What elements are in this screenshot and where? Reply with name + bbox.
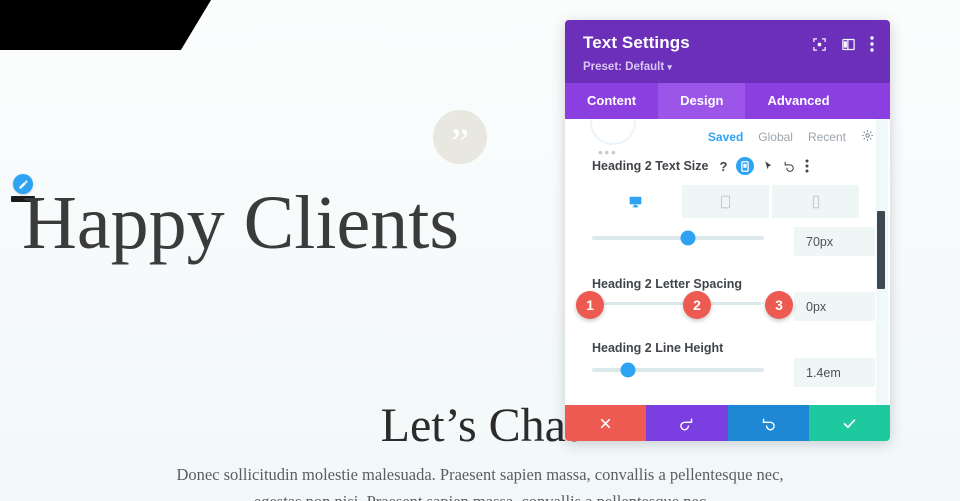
preset-scope-row: Saved Global Recent [708,129,874,145]
quote-badge: ” [433,110,487,164]
focus-target-icon[interactable] [812,37,827,57]
page-heading-happy-clients: Happy Clients [22,181,459,265]
more-vertical-icon[interactable] [870,36,874,57]
device-tab-tablet[interactable] [682,185,772,218]
line-height-slider-knob[interactable] [620,362,636,378]
heading-2-letter-spacing-control: 0px [587,292,875,321]
device-tab-desktop[interactable] [592,185,682,218]
text-settings-panel: Text Settings Preset: Default ▾ Content … [565,20,890,441]
annotation-marker-2: 2 [683,291,711,319]
tab-advanced[interactable]: Advanced [745,83,851,119]
black-angled-banner [0,0,211,50]
responsive-device-tabs [592,185,859,218]
heading-2-text-size-label-row: Heading 2 Text Size ? [592,157,874,175]
help-icon[interactable]: ? [719,159,727,174]
heading-2-text-size-control: 70px [592,227,875,256]
chevron-down-icon: ▾ [667,62,672,72]
responsive-device-icon[interactable] [736,157,755,175]
tabs-spacer [852,83,890,119]
line-height-value-input[interactable]: 1.4em [794,358,875,387]
tab-content[interactable]: Content [565,83,658,119]
panel-body: ••• Saved Global Recent Heading 2 Text S… [565,119,890,405]
heading-2-line-height-label: Heading 2 Line Height [592,341,724,355]
panel-scrollbar-thumb[interactable] [877,211,885,289]
panel-header: Text Settings Preset: Default ▾ [565,20,890,83]
quote-glyph: ” [451,120,469,165]
annotation-marker-3: 3 [765,291,793,319]
scrolled-preset-circle [590,119,636,145]
page-body-paragraph: Donec sollicitudin molestie malesuada. P… [176,465,784,501]
letter-spacing-value-input[interactable]: 0px [794,292,875,321]
heading-2-line-height-control: 1.4em [592,358,875,387]
panel-header-icons [812,33,874,57]
field-label: Heading 2 Text Size [592,159,709,173]
cancel-button[interactable] [565,405,647,441]
save-button[interactable] [808,405,890,441]
preset-tab-global[interactable]: Global [758,130,793,144]
undo-button[interactable] [646,405,728,441]
preset-tab-saved[interactable]: Saved [708,130,743,144]
text-size-value-input[interactable]: 70px [794,227,875,256]
preset-label: Preset: Default [583,61,665,73]
panel-footer [565,405,890,441]
preset-selector[interactable]: Preset: Default ▾ [583,61,874,73]
panel-scrollbar-track[interactable] [876,119,888,405]
device-tab-phone[interactable] [772,185,859,218]
text-size-slider-knob[interactable] [680,230,696,246]
panel-tabs: Content Design Advanced [565,83,890,119]
reset-undo-icon[interactable] [783,160,796,173]
more-vertical-icon[interactable] [805,159,809,173]
panel-title: Text Settings [583,33,690,52]
panel-title-block: Text Settings [583,33,690,53]
hover-cursor-icon[interactable] [763,160,774,172]
layout-panel-icon[interactable] [841,37,856,57]
redo-button[interactable] [727,405,809,441]
screenshot-root: ” Happy Clients Let’s Chat Donec sollici… [0,0,960,501]
heading-2-letter-spacing-label: Heading 2 Letter Spacing [592,277,743,291]
gear-icon[interactable] [861,129,874,145]
preset-tab-recent[interactable]: Recent [808,130,846,144]
tab-design[interactable]: Design [658,83,746,119]
annotation-marker-1: 1 [576,291,604,319]
